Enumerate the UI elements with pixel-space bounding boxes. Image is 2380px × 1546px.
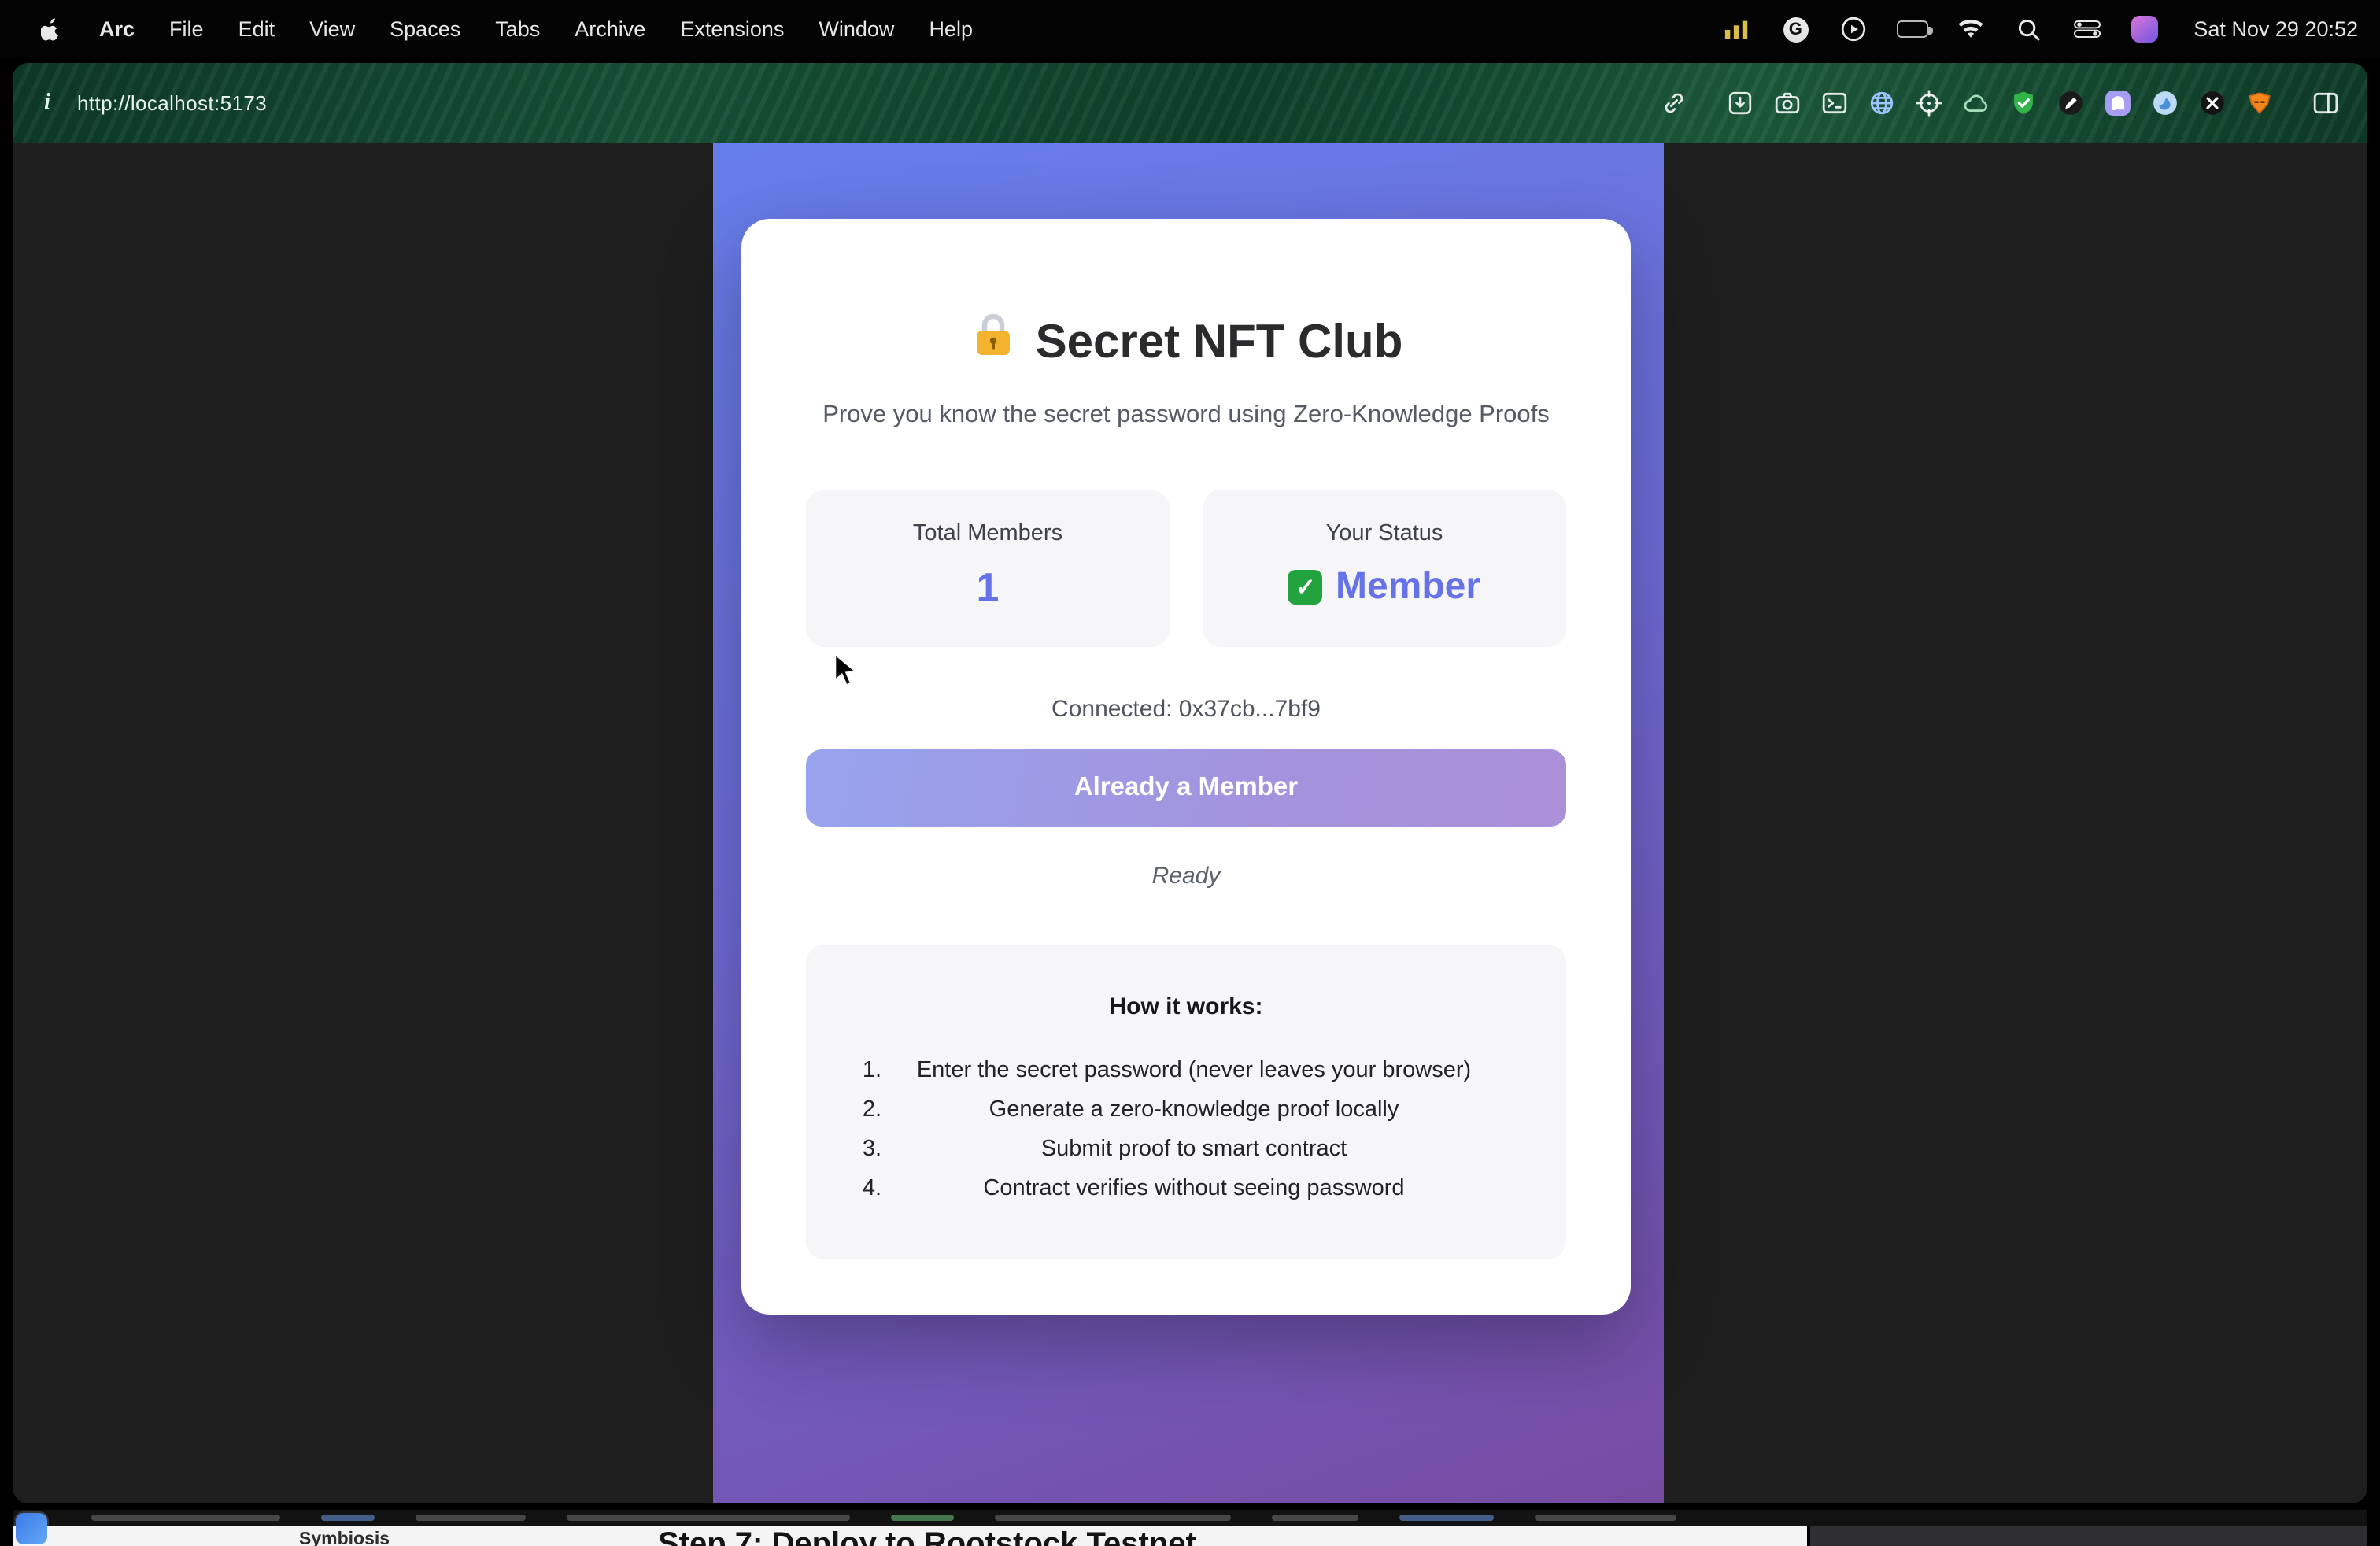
- camera-icon[interactable]: [1769, 86, 1804, 120]
- obscured-text: [1272, 1515, 1358, 1521]
- menu-item-arc[interactable]: Arc: [82, 17, 152, 41]
- menu-item-tabs[interactable]: Tabs: [478, 17, 557, 41]
- step-text: Contract verifies without seeing passwor…: [897, 1175, 1535, 1200]
- your-status-value: Member: [1203, 564, 1566, 611]
- obscured-text: [1535, 1515, 1676, 1521]
- menu-item-edit[interactable]: Edit: [221, 17, 293, 41]
- close-x-icon[interactable]: [2194, 86, 2229, 120]
- metamask-fox-icon[interactable]: [2241, 86, 2276, 120]
- total-members-value: 1: [806, 564, 1170, 611]
- how-it-works-box: How it works: 1. Enter the secret passwo…: [806, 945, 1566, 1259]
- your-status-card: Your Status Member: [1203, 490, 1566, 647]
- globe-icon[interactable]: [1864, 86, 1898, 120]
- menu-item-window[interactable]: Window: [801, 17, 911, 41]
- step-text: Enter the secret password (never leaves …: [897, 1057, 1535, 1082]
- menu-item-view[interactable]: View: [292, 17, 372, 41]
- page-subtitle: Prove you know the secret password using…: [806, 400, 1566, 430]
- blue-app-icon[interactable]: [2147, 86, 2182, 120]
- profile-app-icon[interactable]: [2129, 15, 2160, 43]
- browser-top-bar: i http://localhost:5173: [13, 63, 2367, 143]
- split-view-icon[interactable]: [2308, 86, 2342, 120]
- menu-item-spaces[interactable]: Spaces: [372, 17, 478, 41]
- obscured-text: [91, 1515, 280, 1521]
- how-step-4: 4. Contract verifies without seeing pass…: [837, 1168, 1535, 1208]
- total-members-card: Total Members 1: [806, 490, 1170, 647]
- menu-item-help[interactable]: Help: [911, 17, 990, 41]
- how-it-works-heading: How it works:: [837, 992, 1535, 1022]
- obscured-text: [321, 1515, 375, 1521]
- background-window-label: Symbiosis: [299, 1530, 390, 1546]
- play-icon[interactable]: [1838, 15, 1869, 43]
- step-number: 2.: [837, 1097, 897, 1122]
- url-text[interactable]: http://localhost:5173: [77, 91, 267, 115]
- link-icon[interactable]: [1656, 86, 1691, 120]
- menu-item-file[interactable]: File: [152, 17, 221, 41]
- obscured-text: [1399, 1515, 1494, 1521]
- menu-item-extensions[interactable]: Extensions: [663, 17, 801, 41]
- obscured-text: [995, 1515, 1231, 1521]
- extension-toolbar: [1656, 86, 2342, 120]
- page-content: Secret NFT Club Prove you know the secre…: [13, 143, 2367, 1503]
- stats-row: Total Members 1 Your Status Member: [806, 490, 1566, 647]
- already-a-member-button[interactable]: Already a Member: [806, 749, 1566, 827]
- how-step-1: 1. Enter the secret password (never leav…: [837, 1050, 1535, 1089]
- obscured-text: [567, 1515, 850, 1521]
- step-number: 1.: [837, 1057, 897, 1082]
- page-title: Secret NFT Club: [806, 310, 1566, 375]
- control-center-icon[interactable]: [2071, 15, 2102, 43]
- search-icon[interactable]: [2012, 15, 2044, 43]
- menu-item-archive[interactable]: Archive: [557, 17, 663, 41]
- apple-menu-icon[interactable]: [22, 17, 82, 42]
- secret-nft-club-card: Secret NFT Club Prove you know the secre…: [741, 219, 1631, 1315]
- url-bar[interactable]: i http://localhost:5173: [38, 91, 267, 116]
- page-info-icon[interactable]: i: [38, 91, 57, 116]
- stocks-icon[interactable]: [1721, 15, 1753, 43]
- background-app-icon[interactable]: [16, 1513, 47, 1544]
- picker-crosshair-icon[interactable]: [1911, 86, 1946, 120]
- grammarly-icon[interactable]: G: [1779, 15, 1811, 43]
- screen: Arc File Edit View Spaces Tabs Archive E…: [0, 0, 2380, 1546]
- cloud-icon[interactable]: [1958, 86, 1993, 120]
- step-number: 4.: [837, 1175, 897, 1200]
- background-window: Symbiosis Step 7: Deploy to Rootstock Te…: [13, 1526, 1807, 1546]
- how-step-3: 3. Submit proof to smart contract: [837, 1129, 1535, 1168]
- total-members-label: Total Members: [806, 521, 1170, 548]
- step-text: Generate a zero-knowledge proof locally: [897, 1097, 1535, 1122]
- wifi-icon[interactable]: [1954, 15, 1986, 43]
- save-page-icon[interactable]: [1722, 86, 1757, 120]
- shield-icon[interactable]: [2005, 86, 2040, 120]
- page-title-text: Secret NFT Club: [1036, 314, 1403, 371]
- menu-bar: Arc File Edit View Spaces Tabs Archive E…: [0, 0, 2380, 58]
- how-step-2: 2. Generate a zero-knowledge proof local…: [837, 1089, 1535, 1129]
- background-window-heading: Step 7: Deploy to Rootstock Testnet: [658, 1527, 1196, 1546]
- step-number: 3.: [837, 1136, 897, 1161]
- connected-address: Connected: 0x37cb...7bf9: [806, 694, 1566, 724]
- check-icon: [1288, 570, 1323, 605]
- obscured-text: [891, 1515, 954, 1521]
- menu-bar-clock[interactable]: Sat Nov 29 20:52: [2193, 17, 2358, 41]
- lock-icon: [970, 310, 1017, 375]
- browser-window: i http://localhost:5173: [13, 63, 2367, 1503]
- mouse-cursor: [833, 652, 859, 697]
- step-text: Submit proof to smart contract: [897, 1136, 1535, 1161]
- pen-icon[interactable]: [2053, 86, 2087, 120]
- battery-icon[interactable]: [1896, 15, 1927, 43]
- background-window-titlebar: [13, 1510, 2367, 1526]
- phantom-ghost-icon[interactable]: [2100, 86, 2134, 120]
- status-text: Ready: [806, 861, 1566, 891]
- terminal-icon[interactable]: [1816, 86, 1851, 120]
- member-text: Member: [1336, 564, 1480, 611]
- your-status-label: Your Status: [1203, 521, 1566, 548]
- background-window-panel: [1810, 1526, 2367, 1546]
- obscured-text: [416, 1515, 526, 1521]
- app-background: Secret NFT Club Prove you know the secre…: [713, 143, 1664, 1503]
